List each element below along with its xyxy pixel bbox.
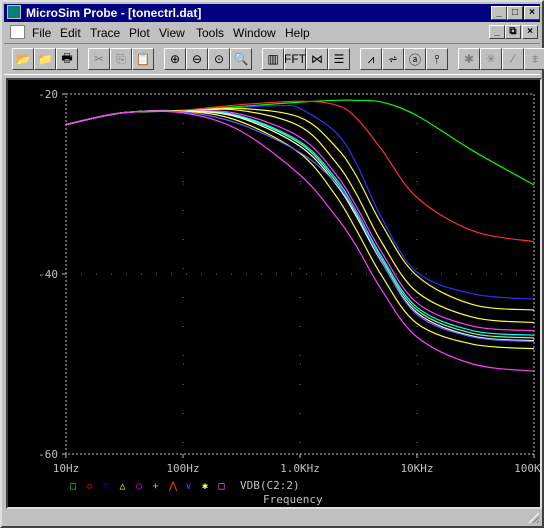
menu-help[interactable]: Help bbox=[285, 26, 310, 40]
legend-marker: + bbox=[153, 481, 159, 492]
y-tick-label: -40 bbox=[38, 268, 58, 281]
open-icon[interactable]: 📂 bbox=[12, 48, 34, 70]
cursor-trough-icon[interactable]: ✳ bbox=[480, 48, 502, 70]
cursor-slope-icon[interactable]: ⁄ bbox=[502, 48, 524, 70]
title-bar[interactable]: MicroSim Probe - [tonectrl.dat] _ □ × bbox=[4, 4, 540, 22]
app-icon[interactable] bbox=[7, 5, 21, 19]
menu-view[interactable]: View bbox=[159, 26, 185, 40]
x-axis-label: Frequency bbox=[263, 493, 323, 506]
menu-window[interactable]: Window bbox=[233, 26, 276, 40]
paste-icon[interactable]: 📋 bbox=[132, 48, 154, 70]
legend-marker: ◇ bbox=[87, 481, 93, 492]
mdi-restore-button[interactable]: ⧉ bbox=[505, 25, 521, 39]
log-x-icon[interactable]: ▥ bbox=[262, 48, 284, 70]
print-icon[interactable]: 🖶 bbox=[56, 48, 78, 70]
eval-goal-icon[interactable]: ☰ bbox=[328, 48, 350, 70]
x-tick-label: 10Hz bbox=[53, 462, 80, 475]
legend-marker: △ bbox=[120, 481, 126, 492]
mdi-close-button[interactable]: × bbox=[522, 25, 538, 39]
plot-background bbox=[8, 80, 540, 507]
maximize-button[interactable]: □ bbox=[507, 6, 523, 20]
x-tick-label: 100KHz bbox=[514, 462, 540, 475]
document-icon[interactable] bbox=[10, 25, 25, 39]
copy-icon[interactable]: ⎘ bbox=[110, 48, 132, 70]
zoom-area-icon[interactable]: ⊙ bbox=[208, 48, 230, 70]
legend-label: VDB(C2:2) bbox=[240, 479, 300, 492]
y-tick-label: -60 bbox=[38, 448, 58, 461]
toolbar: 📂 📁 🖶 ✂ ⎘ 📋 ⊕ ⊖ ⊙ 🔍 ▥ FFT ⋈ ☰ ⩘ ⩫ ⓐ ⫯ ✱ … bbox=[4, 43, 544, 75]
menu-file[interactable]: File bbox=[32, 26, 51, 40]
legend-marker: □ bbox=[219, 481, 225, 492]
mdi-minimize-button[interactable]: _ bbox=[489, 25, 505, 39]
add-marker-icon[interactable]: ⫯ bbox=[426, 48, 448, 70]
menu-tools[interactable]: Tools bbox=[196, 26, 224, 40]
legend-marker: ▽ bbox=[103, 481, 109, 492]
x-tick-label: 1.0KHz bbox=[280, 462, 320, 475]
menu-plot[interactable]: Plot bbox=[129, 26, 150, 40]
y-tick-label: -20 bbox=[38, 88, 58, 101]
window-title: MicroSim Probe - [tonectrl.dat] bbox=[26, 6, 202, 20]
resize-grip-icon[interactable] bbox=[528, 512, 540, 524]
legend-marker: ∨ bbox=[186, 481, 192, 492]
x-tick-label: 10KHz bbox=[400, 462, 433, 475]
performance-icon[interactable]: ⋈ bbox=[306, 48, 328, 70]
save-icon[interactable]: 📁 bbox=[34, 48, 56, 70]
legend-marker: ✱ bbox=[202, 481, 208, 492]
zoom-fit-icon[interactable]: 🔍 bbox=[230, 48, 252, 70]
menu-trace[interactable]: Trace bbox=[90, 26, 120, 40]
cut-icon[interactable]: ✂ bbox=[88, 48, 110, 70]
app-window: MicroSim Probe - [tonectrl.dat] _ □ × Fi… bbox=[0, 0, 544, 528]
mark-data-icon[interactable]: ⓐ bbox=[404, 48, 426, 70]
legend-marker: ○ bbox=[136, 481, 142, 492]
trace-edit-icon[interactable]: ⩫ bbox=[382, 48, 404, 70]
zoom-in-icon[interactable]: ⊕ bbox=[164, 48, 186, 70]
legend-marker: □ bbox=[70, 481, 76, 492]
plot-window[interactable]: 10Hz 100Hz 1.0KHz 10KHz 100KHz -20 -40 -60 □ ◇ ▽ △… bbox=[6, 78, 544, 509]
frequency-response-chart[interactable]: 10Hz 100Hz 1.0KHz 10KHz 100KHz -20 -40 -60 □ ◇ ▽ △… bbox=[8, 80, 544, 507]
close-button[interactable]: × bbox=[524, 6, 540, 20]
add-trace-icon[interactable]: ⩘ bbox=[360, 48, 382, 70]
x-tick-label: 100Hz bbox=[166, 462, 199, 475]
minimize-button[interactable]: _ bbox=[491, 6, 507, 20]
menu-bar: File Edit Trace Plot View Tools Window H… bbox=[4, 23, 540, 42]
cursor-min-icon[interactable]: ⩨ bbox=[524, 48, 544, 70]
status-bar bbox=[6, 511, 542, 526]
cursor-peak-icon[interactable]: ✱ bbox=[458, 48, 480, 70]
legend-marker: ⋀ bbox=[168, 481, 178, 492]
menu-edit[interactable]: Edit bbox=[60, 26, 81, 40]
zoom-out-icon[interactable]: ⊖ bbox=[186, 48, 208, 70]
fourier-icon[interactable]: FFT bbox=[284, 48, 306, 70]
